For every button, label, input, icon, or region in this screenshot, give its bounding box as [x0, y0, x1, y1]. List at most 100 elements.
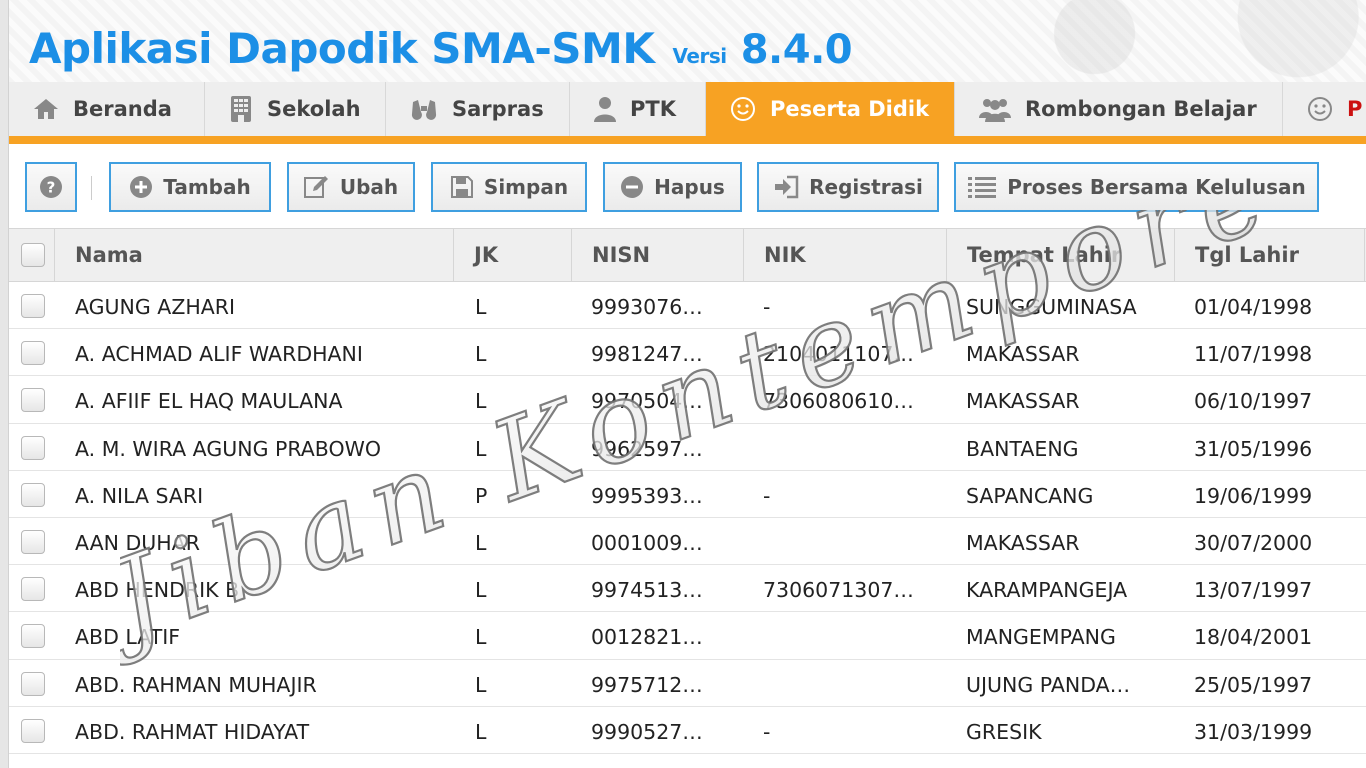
cell-nik: [763, 424, 935, 471]
tab-peserta-didik[interactable]: Peserta Didik: [706, 82, 955, 136]
cell-nama: A. ACHMAD ALIF WARDHANI: [75, 342, 363, 367]
tab-label: PTK: [630, 97, 676, 121]
cell-nisn: 9975712…: [591, 672, 703, 697]
cell-nisn: 9993076…: [591, 295, 703, 319]
cell-tgl-lahir: 30/07/2000: [1194, 530, 1313, 555]
row-checkbox[interactable]: [21, 718, 45, 743]
cell-jk: L: [475, 625, 487, 650]
column-header-nama[interactable]: Nama: [55, 229, 454, 281]
cell-nik: 2104011107…: [763, 342, 914, 367]
cell-nama: ABD. RAHMAN MUHAJIR: [75, 672, 317, 697]
column-header-jk[interactable]: JK: [454, 229, 572, 281]
table-row[interactable]: ABD LATIF L 0012821… MANGEMPANG 18/04/2001: [9, 612, 1366, 660]
cell-nik: 7306071307…: [763, 578, 914, 603]
row-checkbox[interactable]: [21, 482, 45, 507]
cell-jk: L: [475, 719, 487, 744]
cell-nisn: 9990527…: [591, 719, 703, 744]
cell-nisn: 0012821…: [591, 625, 703, 650]
proses-kelulusan-button[interactable]: Proses Bersama Kelulusan: [954, 162, 1319, 212]
help-button[interactable]: ?: [25, 162, 77, 212]
hapus-button[interactable]: Hapus: [603, 162, 742, 212]
cell-tempat-lahir: MAKASSAR: [966, 389, 1080, 414]
cell-nisn: 9970504…: [591, 389, 703, 414]
cell-nisn: 0001009…: [591, 530, 703, 555]
row-checkbox[interactable]: [21, 624, 45, 649]
cell-tgl-lahir: 31/05/1996: [1194, 436, 1313, 461]
app-title: Aplikasi Dapodik SMA-SMK Versi 8.4.0: [29, 24, 853, 73]
select-all-column: [9, 229, 55, 281]
table-row[interactable]: AAN DUHAR L 0001009… MAKASSAR 30/07/2000: [9, 517, 1366, 566]
cell-jk: L: [475, 436, 487, 461]
row-checkbox[interactable]: [21, 577, 45, 602]
group-icon: [979, 96, 1011, 122]
tab-label: Peserta Didik: [770, 97, 930, 121]
row-checkbox[interactable]: [21, 388, 45, 413]
cell-tempat-lahir: BANTAENG: [966, 436, 1079, 461]
table-body: AGUNG AZHARI L 9993076… - SUNGGUMINASA 01/04/…: [9, 282, 1366, 754]
ubah-button[interactable]: Ubah: [287, 162, 415, 212]
tambah-button[interactable]: Tambah: [109, 162, 271, 212]
row-checkbox[interactable]: [21, 435, 45, 460]
registrasi-button[interactable]: Registrasi: [757, 162, 939, 212]
cell-nama: AAN DUHAR: [75, 530, 200, 555]
building-icon: [229, 95, 253, 123]
tab-rombongan-belajar[interactable]: Rombongan Belajar: [955, 82, 1283, 136]
cell-jk: L: [475, 672, 487, 697]
cell-nama: AGUNG AZHARI: [75, 295, 236, 319]
registrasi-label: Registrasi: [809, 175, 923, 199]
cell-jk: L: [475, 530, 487, 555]
binoculars-icon: [410, 98, 438, 120]
table-row[interactable]: A. ACHMAD ALIF WARDHANI L 9981247… 21040111…: [9, 329, 1366, 377]
select-all-checkbox[interactable]: [21, 243, 45, 267]
toolbar: ? Tambah Ubah Simpan Hapus Registrasi Pr…: [9, 144, 1366, 228]
column-header-nisn[interactable]: NISN: [572, 229, 744, 281]
cell-nik: [763, 518, 935, 565]
cell-nik: [763, 612, 935, 659]
cell-nama: ABD. RAHMAT HIDAYAT: [75, 719, 310, 744]
table-row[interactable]: A. AFIIF EL HAQ MAULANA L 9970504… 73060806…: [9, 376, 1366, 424]
cell-nik: -: [763, 295, 771, 319]
tab-underline: [9, 136, 1366, 144]
row-checkbox[interactable]: [21, 341, 45, 366]
minus-circle-icon: [620, 175, 644, 199]
cell-nama: ABD HENDRIK B: [75, 578, 240, 603]
table-header: Nama JK NISN NIK Tempat Lahir Tgl Lahir: [9, 228, 1366, 282]
cell-nisn: 9981247…: [591, 342, 703, 367]
tab-more[interactable]: P: [1283, 82, 1366, 136]
cell-nik: -: [763, 483, 771, 508]
table-row[interactable]: A. M. WIRA AGUNG PRABOWO L 9962597… BANTAEN…: [9, 423, 1366, 471]
cell-tempat-lahir: KARAMPANGEJA: [966, 578, 1128, 603]
kelulusan-label: Proses Bersama Kelulusan: [1007, 175, 1306, 199]
tab-sarpras[interactable]: Sarpras: [386, 82, 570, 136]
tambah-label: Tambah: [163, 175, 251, 199]
table-row[interactable]: ABD. RAHMAT HIDAYAT L 9990527… - GRESIK 31/03…: [9, 706, 1366, 754]
column-header-tgl-lahir[interactable]: Tgl Lahir: [1175, 229, 1365, 281]
cell-tgl-lahir: 25/05/1997: [1194, 672, 1313, 697]
user-icon: [594, 96, 616, 122]
column-header-tempat-lahir[interactable]: Tempat Lahir: [947, 229, 1175, 281]
cell-nik: 7306080610…: [763, 389, 914, 414]
row-checkbox[interactable]: [21, 294, 45, 318]
help-icon: ?: [39, 175, 63, 199]
cell-nik: [763, 660, 935, 707]
plus-circle-icon: [129, 175, 153, 199]
cell-tempat-lahir: MAKASSAR: [966, 530, 1080, 555]
column-header-nik[interactable]: NIK: [744, 229, 947, 281]
ubah-label: Ubah: [339, 175, 399, 199]
tab-beranda[interactable]: Beranda: [9, 82, 205, 136]
table-row[interactable]: ABD. RAHMAN MUHAJIR L 9975712… UJUNG PANDA……: [9, 659, 1366, 707]
simpan-button[interactable]: Simpan: [431, 162, 587, 212]
table-row[interactable]: AGUNG AZHARI L 9993076… - SUNGGUMINASA 01/04/…: [9, 282, 1366, 330]
tab-label: Sekolah: [267, 97, 361, 121]
cell-jk: L: [475, 295, 487, 319]
row-checkbox[interactable]: [21, 529, 45, 554]
table-row[interactable]: ABD HENDRIK B L 9974513… 7306071307… KARAMPA…: [9, 565, 1366, 613]
tab-label: Sarpras: [452, 97, 544, 121]
cell-jk: L: [475, 389, 487, 414]
hapus-label: Hapus: [654, 175, 725, 199]
table-row[interactable]: A. NILA SARI P 9995393… - SAPANCANG 19/06/199…: [9, 470, 1366, 518]
tab-sekolah[interactable]: Sekolah: [205, 82, 386, 136]
tab-ptk[interactable]: PTK: [570, 82, 706, 136]
row-checkbox[interactable]: [21, 671, 45, 696]
cell-nisn: 9974513…: [591, 578, 703, 603]
